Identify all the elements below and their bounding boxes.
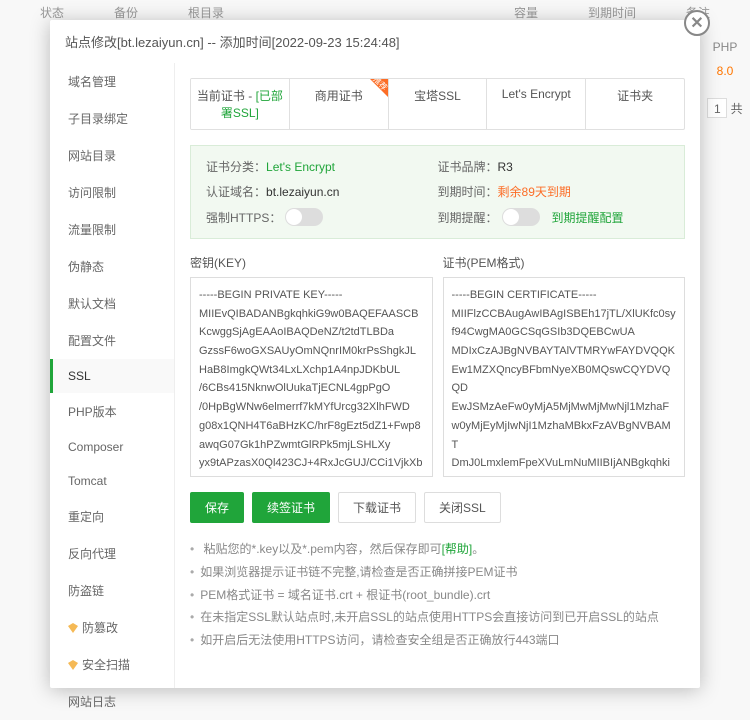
tab-commercial[interactable]: 商用证书推荐 <box>290 79 389 129</box>
tip-item: 如开启后无法使用HTTPS访问，请检查安全组是否正确放行443端口 <box>190 629 685 652</box>
sidebar-item-label: Composer <box>68 440 123 454</box>
bg-page-num[interactable]: 1 <box>707 98 727 118</box>
force-https-label: 强制HTTPS： <box>206 209 281 226</box>
sidebar-item-config-file[interactable]: 配置文件 <box>50 322 174 359</box>
sidebar-item-php-version[interactable]: PHP版本 <box>50 393 174 430</box>
sidebar-item-label: 子目录绑定 <box>68 110 128 127</box>
content-pane: 当前证书 - [已部署SSL]商用证书推荐宝塔SSLLet's Encrypt证… <box>175 63 700 688</box>
sidebar-item-label: 伪静态 <box>68 258 104 275</box>
sidebar-item-traffic-limit[interactable]: 流量限制 <box>50 211 174 248</box>
diamond-icon <box>68 660 78 670</box>
sidebar-item-access-limit[interactable]: 访问限制 <box>50 174 174 211</box>
sidebar-item-composer[interactable]: Composer <box>50 430 174 464</box>
sidebar-item-label: PHP版本 <box>68 403 117 420</box>
sidebar-item-domain-mgmt[interactable]: 域名管理 <box>50 63 174 100</box>
sidebar-item-reverse-proxy[interactable]: 反向代理 <box>50 535 174 572</box>
key-title: 密钥(KEY) <box>190 254 433 271</box>
sidebar-item-label: 重定向 <box>68 508 104 525</box>
tab-lets-encrypt[interactable]: Let's Encrypt <box>487 79 586 129</box>
sidebar-item-tamper[interactable]: 防篡改 <box>50 609 174 646</box>
cert-expire-value: 剩余89天到期 <box>498 183 571 200</box>
sidebar-item-label: 安全扫描 <box>82 656 130 673</box>
sidebar-item-label: 域名管理 <box>68 73 116 90</box>
cert-brand-value: R3 <box>498 160 513 174</box>
sidebar-item-rewrite[interactable]: 伪静态 <box>50 248 174 285</box>
key-textarea[interactable] <box>190 277 433 477</box>
bg-php-version[interactable]: 8.0 <box>705 64 745 78</box>
sidebar-item-label: 防篡改 <box>82 619 118 636</box>
pem-title: 证书(PEM格式) <box>443 254 686 271</box>
bg-total-prefix: 共 <box>731 102 743 116</box>
cert-expire-label: 到期时间： <box>438 183 498 200</box>
sidebar-item-label: 访问限制 <box>68 184 116 201</box>
expire-remind-label: 到期提醒： <box>438 209 498 226</box>
diamond-icon <box>68 623 78 633</box>
sidebar-item-tomcat[interactable]: Tomcat <box>50 464 174 498</box>
cert-category-label: 证书分类： <box>206 158 266 175</box>
sidebar-item-label: 配置文件 <box>68 332 116 349</box>
sidebar-item-label: 默认文档 <box>68 295 116 312</box>
sidebar-item-label: 反向代理 <box>68 545 116 562</box>
tips-list: 粘贴您的*.key以及*.pem内容，然后保存即可[帮助]。 如果浏览器提示证书… <box>190 538 685 652</box>
expire-remind-toggle[interactable] <box>502 208 540 226</box>
cert-domain-value: bt.lezaiyun.cn <box>266 185 339 199</box>
sidebar-item-site-dir[interactable]: 网站目录 <box>50 137 174 174</box>
save-button[interactable]: 保存 <box>190 492 244 523</box>
bg-php-label: PHP <box>705 40 745 54</box>
cert-brand-label: 证书品牌： <box>438 158 498 175</box>
sidebar-item-label: 防盗链 <box>68 582 104 599</box>
cert-domain-label: 认证域名： <box>206 183 266 200</box>
sidebar-item-default-doc[interactable]: 默认文档 <box>50 285 174 322</box>
tab-current-cert[interactable]: 当前证书 - [已部署SSL] <box>191 79 290 129</box>
cert-category-value: Let's Encrypt <box>266 160 335 174</box>
sidebar-item-hotlink[interactable]: 防盗链 <box>50 572 174 609</box>
expire-remind-config-link[interactable]: 到期提醒配置 <box>552 209 624 226</box>
sidebar-item-label: 网站目录 <box>68 147 116 164</box>
cert-info-box: 证书分类： Let's Encrypt 证书品牌： R3 认证域名： bt.le… <box>190 145 685 239</box>
tip-item: 如果浏览器提示证书链不完整,请检查是否正确拼接PEM证书 <box>190 561 685 584</box>
sidebar-item-label: SSL <box>68 369 91 383</box>
close-ssl-button[interactable]: 关闭SSL <box>424 492 501 523</box>
sidebar-item-label: 网站日志 <box>68 693 116 710</box>
renew-button[interactable]: 续签证书 <box>252 492 330 523</box>
dialog-title: 站点修改[bt.lezaiyun.cn] -- 添加时间[2022-09-23 … <box>50 20 700 63</box>
sidebar-item-site-log[interactable]: 网站日志 <box>50 683 174 720</box>
download-button[interactable]: 下载证书 <box>338 492 416 523</box>
help-link[interactable]: [帮助] <box>442 542 473 556</box>
sidebar-item-label: Tomcat <box>68 474 107 488</box>
tip-item: PEM格式证书 = 域名证书.crt + 根证书(root_bundle).cr… <box>190 584 685 607</box>
tab-cert-folder[interactable]: 证书夹 <box>586 79 684 129</box>
sidebar-item-subdir-bind[interactable]: 子目录绑定 <box>50 100 174 137</box>
pem-textarea[interactable] <box>443 277 686 477</box>
tab-bt-ssl[interactable]: 宝塔SSL <box>389 79 488 129</box>
sidebar: 域名管理子目录绑定网站目录访问限制流量限制伪静态默认文档配置文件 SSL PHP版本… <box>50 63 175 688</box>
tabs: 当前证书 - [已部署SSL]商用证书推荐宝塔SSLLet's Encrypt证… <box>190 78 685 130</box>
site-edit-dialog: ✕ 站点修改[bt.lezaiyun.cn] -- 添加时间[2022-09-2… <box>50 20 700 688</box>
tip-item: 粘贴您的*.key以及*.pem内容，然后保存即可[帮助]。 <box>190 538 685 561</box>
close-icon[interactable]: ✕ <box>684 10 710 36</box>
force-https-toggle[interactable] <box>285 208 323 226</box>
sidebar-item-ssl[interactable]: SSL <box>50 359 174 393</box>
tip-item: 在未指定SSL默认站点时,未开启SSL的站点使用HTTPS会直接访问到已开启SS… <box>190 606 685 629</box>
sidebar-item-redirect[interactable]: 重定向 <box>50 498 174 535</box>
sidebar-item-security-scan[interactable]: 安全扫描 <box>50 646 174 683</box>
sidebar-item-label: 流量限制 <box>68 221 116 238</box>
